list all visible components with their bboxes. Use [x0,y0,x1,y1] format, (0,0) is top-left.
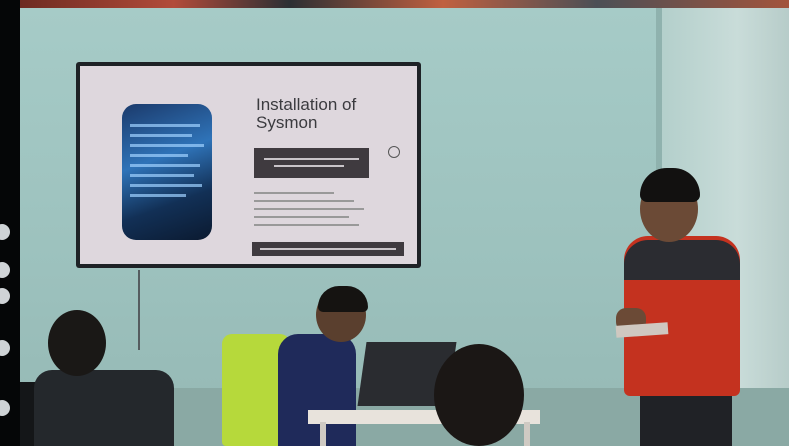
participant-avatar[interactable] [0,262,10,278]
presenter-shoulders [624,240,740,280]
video-frame: Installation of Sysmon [0,0,789,446]
participant-avatar[interactable] [0,288,10,304]
tv-display: Installation of Sysmon [76,62,421,268]
slide-dark-box [254,148,369,178]
table-leg [524,422,530,446]
top-thumbnail-strip [20,0,789,8]
foreground-head [434,344,524,446]
slide-bullets [254,188,369,232]
slide-title: Installation of Sysmon [256,95,357,132]
participant-avatar[interactable] [0,340,10,356]
participant-avatar[interactable] [0,400,10,416]
tv-cable [138,270,140,350]
presenter-legs [640,394,732,446]
participant-strip [0,0,20,446]
seated-student-left [34,370,174,446]
slide-gear-icon [388,146,400,158]
slide-command-box [252,242,404,256]
classroom-photo: Installation of Sysmon [20,8,789,446]
participant-avatar[interactable] [0,224,10,240]
presentation-slide: Installation of Sysmon [80,66,417,264]
table-leg [320,422,326,446]
seated-student [278,334,356,446]
student-head [48,310,106,376]
slide-code-image [122,104,212,240]
